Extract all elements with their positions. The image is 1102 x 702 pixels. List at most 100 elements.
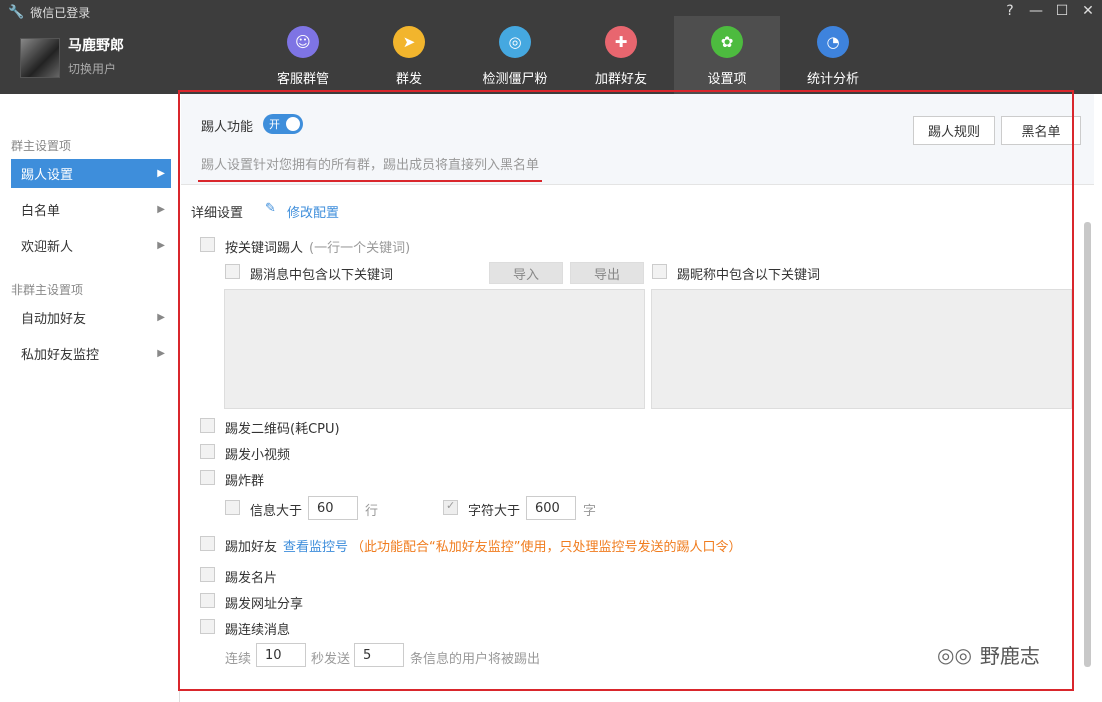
send-icon: ➤ — [393, 26, 425, 58]
wrench-icon: 🔧 — [8, 5, 25, 20]
nav-label: 检测僵尸粉 — [482, 72, 548, 87]
sidebar: 群主设置项 踢人设置 ▶ 白名单 ▶ 欢迎新人 ▶ 非群主设置项 自动加好友 ▶ 私加好… — [0, 94, 180, 702]
caret-right-icon: ▶ — [157, 348, 165, 359]
window-title-text: 微信已登录 — [30, 6, 91, 20]
char-gt-label: 字符大于 — [468, 504, 521, 519]
video-checkbox[interactable] — [200, 444, 215, 459]
kick-toggle[interactable]: 开 — [263, 114, 303, 134]
kw-kick-label: 按关键词踢人 — [225, 241, 304, 256]
nav-settings[interactable]: ✿ 设置项 — [674, 16, 780, 94]
edit-config-link[interactable]: 修改配置 — [287, 202, 339, 221]
scan-icon: ◎ — [499, 26, 531, 58]
nav-customer-service[interactable]: ☺ 客服群管 — [250, 16, 356, 94]
cont-label: 踢连续消息 — [225, 623, 291, 638]
kw-kick-checkbox[interactable] — [200, 237, 215, 252]
sidebar-item-label: 欢迎新人 — [21, 240, 74, 255]
red-underline — [198, 180, 542, 182]
qr-checkbox[interactable] — [200, 418, 215, 433]
sidebar-item-auto-add[interactable]: 自动加好友 ▶ — [11, 303, 171, 332]
kick-function-label: 踢人功能 — [201, 120, 254, 135]
url-label: 踢发网址分享 — [225, 597, 304, 612]
info-gt-checkbox[interactable] — [225, 500, 240, 515]
char-gt-checkbox[interactable] — [443, 499, 458, 515]
nick-kw-label: 踢昵称中包含以下关键词 — [677, 268, 821, 283]
bomb-checkbox[interactable] — [200, 470, 215, 485]
cont-count-input[interactable]: 5 — [354, 643, 404, 667]
sidebar-item-label: 自动加好友 — [21, 312, 87, 327]
nav-detect-zombie[interactable]: ◎ 检测僵尸粉 — [462, 16, 568, 94]
add-user-icon: ✚ — [605, 26, 637, 58]
caret-right-icon: ▶ — [157, 240, 165, 251]
edit-icon[interactable]: ✎ — [265, 201, 276, 216]
nick-keywords-textarea[interactable] — [651, 289, 1072, 409]
bomb-label: 踢炸群 — [225, 474, 265, 489]
caret-right-icon: ▶ — [157, 312, 165, 323]
add-friend-checkbox[interactable] — [200, 536, 215, 551]
view-monitor-link[interactable]: 查看监控号 — [283, 536, 348, 555]
card-checkbox[interactable] — [200, 567, 215, 582]
cont-seconds-input[interactable]: 10 — [256, 643, 306, 667]
msg-kw-checkbox[interactable] — [225, 264, 240, 279]
switch-user-link[interactable]: 切换用户 — [68, 60, 124, 77]
add-friend-label: 踢加好友 — [225, 540, 278, 555]
add-friend-note: （此功能配合“私加好友监控”使用，只处理监控号发送的踢人口令） — [351, 540, 742, 555]
pie-chart-icon: ◔ — [817, 26, 849, 58]
nav-add-friends[interactable]: ✚ 加群好友 — [568, 16, 674, 94]
title-bar: 🔧 微信已登录 ? — ☐ ✕ 马鹿野郎 切换用户 ☺ 客服群管 ➤ 群发 ◎ … — [0, 0, 1102, 94]
toggle-knob — [286, 117, 300, 131]
info-gt-label: 信息大于 — [250, 504, 303, 519]
nav-label: 加群好友 — [594, 72, 647, 87]
help-icon[interactable]: ? — [1002, 3, 1018, 19]
import-button[interactable]: 导入 — [489, 262, 563, 284]
kick-header: 踢人功能 开 踢人规则 黑名单 踢人设置针对您拥有的所有群，踢出成员将直接列入黑… — [181, 94, 1094, 185]
sidebar-item-label: 私加好友监控 — [21, 348, 100, 363]
video-label: 踢发小视频 — [225, 448, 291, 463]
caret-right-icon: ▶ — [157, 204, 165, 215]
cont-mid: 秒发送 — [311, 652, 351, 667]
kick-rules-button[interactable]: 踢人规则 — [913, 116, 995, 145]
nav-statistics[interactable]: ◔ 统计分析 — [780, 16, 886, 94]
gear-icon: ✿ — [711, 26, 743, 58]
msg-keywords-textarea[interactable] — [224, 289, 645, 409]
sidebar-item-whitelist[interactable]: 白名单 ▶ — [11, 195, 171, 224]
window-title: 🔧 微信已登录 — [8, 4, 90, 21]
sidebar-item-kick[interactable]: 踢人设置 ▶ — [11, 159, 171, 188]
close-icon[interactable]: ✕ — [1080, 3, 1096, 19]
sidebar-item-label: 踢人设置 — [21, 168, 74, 183]
sidebar-item-welcome[interactable]: 欢迎新人 ▶ — [11, 231, 171, 260]
sidebar-group-non-owner: 非群主设置项 — [11, 283, 84, 297]
nav-broadcast[interactable]: ➤ 群发 — [356, 16, 462, 94]
headset-icon: ☺ — [287, 26, 319, 58]
sidebar-item-label: 白名单 — [21, 204, 61, 219]
qr-label: 踢发二维码(耗CPU) — [225, 422, 340, 437]
nav-label: 设置项 — [707, 72, 747, 87]
minimize-icon[interactable]: — — [1028, 3, 1044, 19]
detail-settings-label: 详细设置 — [191, 206, 244, 221]
window-controls: ? — ☐ ✕ — [1002, 3, 1096, 19]
kick-description: 踢人设置针对您拥有的所有群，踢出成员将直接列入黑名单 — [201, 158, 540, 173]
export-button[interactable]: 导出 — [570, 262, 644, 284]
top-nav: ☺ 客服群管 ➤ 群发 ◎ 检测僵尸粉 ✚ 加群好友 ✿ 设置项 ◔ 统计分析 — [250, 16, 886, 94]
nav-label: 统计分析 — [806, 72, 859, 87]
avatar — [20, 38, 60, 78]
vertical-scrollbar[interactable] — [1084, 222, 1091, 667]
caret-right-icon: ▶ — [157, 168, 165, 179]
user-panel: 马鹿野郎 切换用户 — [20, 38, 124, 78]
char-unit: 字 — [583, 504, 597, 519]
url-checkbox[interactable] — [200, 593, 215, 608]
nick-kw-checkbox[interactable] — [652, 264, 667, 279]
cont-suffix: 条信息的用户将被踢出 — [410, 652, 541, 667]
maximize-icon[interactable]: ☐ — [1054, 3, 1070, 19]
blacklist-button[interactable]: 黑名单 — [1001, 116, 1081, 145]
user-name: 马鹿野郎 — [68, 38, 124, 54]
sidebar-item-private-monitor[interactable]: 私加好友监控 ▶ — [11, 339, 171, 368]
char-gt-input[interactable]: 600 — [526, 496, 576, 520]
info-gt-input[interactable]: 60 — [308, 496, 358, 520]
kw-hint: (一行一个关键词) — [309, 241, 411, 256]
row-unit: 行 — [365, 504, 379, 519]
watermark: ◎◎ 野鹿志 — [937, 640, 1040, 669]
watermark-text: 野鹿志 — [979, 644, 1040, 668]
cont-checkbox[interactable] — [200, 619, 215, 634]
nav-label: 群发 — [395, 72, 422, 87]
msg-kw-label: 踢消息中包含以下关键词 — [250, 268, 394, 283]
